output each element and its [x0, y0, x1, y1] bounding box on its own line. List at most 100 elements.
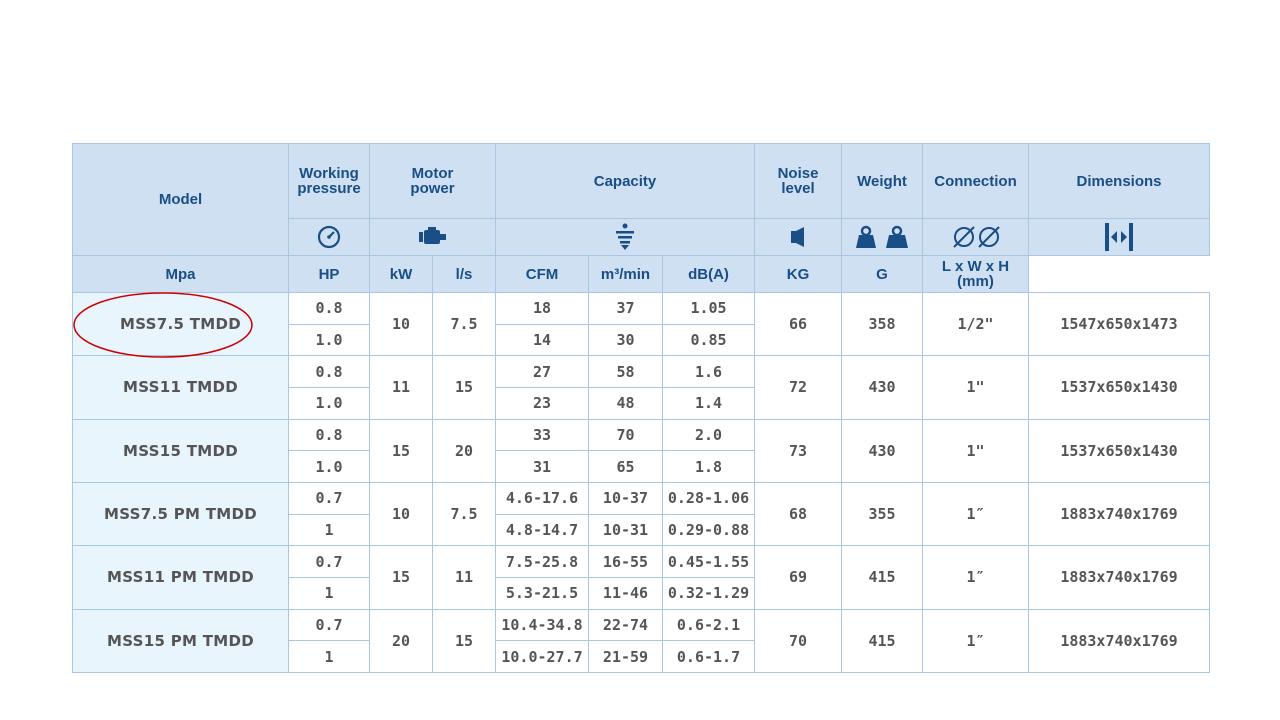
flow-cfm-cell: 22-74 [588, 608, 663, 642]
flow-m3-cell: 1.8 [661, 450, 756, 483]
unit-kg: KG [754, 255, 843, 293]
weight-cell: 415 [841, 545, 924, 610]
flow-cfm-cell: 58 [588, 355, 663, 388]
flow-m3-cell: 0.28-1.06 [661, 481, 756, 515]
flow-cfm-cell: 11-46 [588, 576, 663, 610]
kw-cell: 7.5 [432, 481, 496, 547]
unit-dimensions: L x W x H (mm) [922, 255, 1030, 293]
model-cell: MSS15 TMDD [72, 418, 289, 483]
unit-ls: l/s [432, 255, 496, 293]
connection-cell: 1″ [922, 608, 1030, 674]
flow-m3-cell: 0.6-1.7 [661, 640, 756, 673]
pressure-cell: 1 [288, 640, 370, 673]
flow-ls-cell: 10.4-34.8 [495, 608, 589, 642]
flow-ls-cell: 18 [495, 292, 589, 325]
kw-cell: 20 [432, 418, 496, 483]
icon-cell-pressure [288, 218, 370, 256]
pressure-cell: 0.8 [288, 418, 370, 452]
pressure-cell: 1 [288, 513, 370, 547]
flow-m3-cell: 0.85 [661, 323, 756, 357]
flow-ls-cell: 33 [495, 418, 589, 452]
header-model: Model [72, 143, 289, 256]
unit-hp: HP [288, 255, 370, 293]
icon-cell-capacity [494, 218, 756, 256]
unit-cfm: CFM [495, 255, 589, 293]
flow-ls-cell: 14 [495, 323, 589, 357]
pressure-cell: 1.0 [288, 323, 370, 357]
weights-icon [856, 225, 909, 248]
kw-cell: 15 [432, 608, 496, 674]
connection-cell: 1″ [922, 481, 1030, 547]
flow-m3-cell: 0.45-1.55 [661, 545, 756, 578]
unit-m3min: m³/min [588, 255, 663, 293]
model-cell: MSS11 TMDD [72, 355, 289, 420]
header-dimensions: Dimensions [1028, 143, 1211, 219]
noise-cell: 73 [754, 418, 843, 483]
flow-cfm-cell: 70 [588, 418, 663, 452]
header-motor-power: Motor power [369, 143, 496, 219]
header-working-pressure: Working pressure [288, 143, 370, 219]
flow-m3-cell: 1.05 [661, 292, 756, 325]
flow-ls-cell: 10.0-27.7 [495, 640, 589, 673]
header-weight: Weight [841, 143, 924, 219]
icon-cell-noise [754, 218, 843, 256]
pressure-cell: 0.8 [288, 292, 370, 325]
table-row: MSS7.5 TMDD 0.8 10 7.5 18 37 1.05 66 358 1/2" 1547… [72, 291, 1211, 357]
flow-cfm-cell: 30 [588, 323, 663, 357]
connection-cell: 1″ [922, 545, 1030, 610]
pressure-cell: 1 [288, 576, 370, 610]
noise-cell: 70 [754, 608, 843, 674]
weight-cell: 355 [841, 481, 924, 547]
model-cell: MSS7.5 PM TMDD [72, 481, 289, 547]
weight-cell: 430 [841, 418, 924, 483]
table-row: MSS11 PM TMDD 0.7 15 11 7.5-25.8 16-55 0.45-1.… [72, 545, 1211, 610]
noise-cell: 68 [754, 481, 843, 547]
flow-ls-cell: 31 [495, 450, 589, 483]
noise-cell: 69 [754, 545, 843, 610]
flow-ls-cell: 23 [495, 386, 589, 420]
flow-m3-cell: 0.29-0.88 [661, 513, 756, 547]
unit-g: G [841, 255, 924, 293]
pressure-cell: 0.7 [288, 608, 370, 642]
weight-cell: 415 [841, 608, 924, 674]
weight-cell: 430 [841, 355, 924, 420]
flow-cfm-cell: 16-55 [588, 545, 663, 578]
connection-cell: 1" [922, 355, 1030, 420]
hp-cell: 10 [369, 291, 433, 357]
spec-table: Model Working pressure Motor power Capac… [72, 143, 1211, 674]
model-cell: MSS7.5 TMDD [72, 291, 289, 357]
hp-cell: 10 [369, 481, 433, 547]
spec-table-body: MSS7.5 TMDD 0.8 10 7.5 18 37 1.05 66 358 1/2" 1547… [72, 291, 1211, 674]
flow-m3-cell: 0.32-1.29 [661, 576, 756, 610]
header-connection: Connection [922, 143, 1030, 219]
flow-cfm-cell: 10-37 [588, 481, 663, 515]
header-capacity: Capacity [494, 143, 756, 219]
pipe-thread-icon [952, 226, 1000, 248]
unit-kw: kW [369, 255, 433, 293]
dimensions-cell: 1537x650x1430 [1028, 355, 1211, 420]
pressure-cell: 0.8 [288, 355, 370, 388]
dimensions-cell: 1883x740x1769 [1028, 545, 1211, 610]
weight-cell: 358 [841, 291, 924, 357]
pressure-cell: 1.0 [288, 386, 370, 420]
flow-m3-cell: 1.4 [661, 386, 756, 420]
dimensions-cell: 1883x740x1769 [1028, 481, 1211, 547]
dimensions-cell: 1883x740x1769 [1028, 608, 1211, 674]
flow-cfm-cell: 21-59 [588, 640, 663, 673]
flow-cfm-cell: 37 [588, 292, 663, 325]
flow-cfm-cell: 65 [588, 450, 663, 483]
table-row: MSS15 TMDD 0.8 15 20 33 70 2.0 73 430 1" 1537x650x… [72, 418, 1211, 483]
table-row: MSS15 PM TMDD 0.7 20 15 10.4-34.8 22-74 0.6-2.… [72, 608, 1211, 674]
connection-cell: 1" [922, 418, 1030, 483]
width-arrows-icon [1105, 223, 1134, 251]
flow-cfm-cell: 48 [588, 386, 663, 420]
icon-cell-dimensions [1028, 218, 1211, 256]
model-cell: MSS11 PM TMDD [72, 545, 289, 610]
connection-cell: 1/2" [922, 291, 1030, 357]
icon-cell-weight [841, 218, 924, 256]
hp-cell: 15 [369, 545, 433, 610]
noise-cell: 66 [754, 291, 843, 357]
motor-icon [418, 227, 446, 244]
icon-cell-connection [922, 218, 1030, 256]
gauge-icon [317, 225, 341, 249]
